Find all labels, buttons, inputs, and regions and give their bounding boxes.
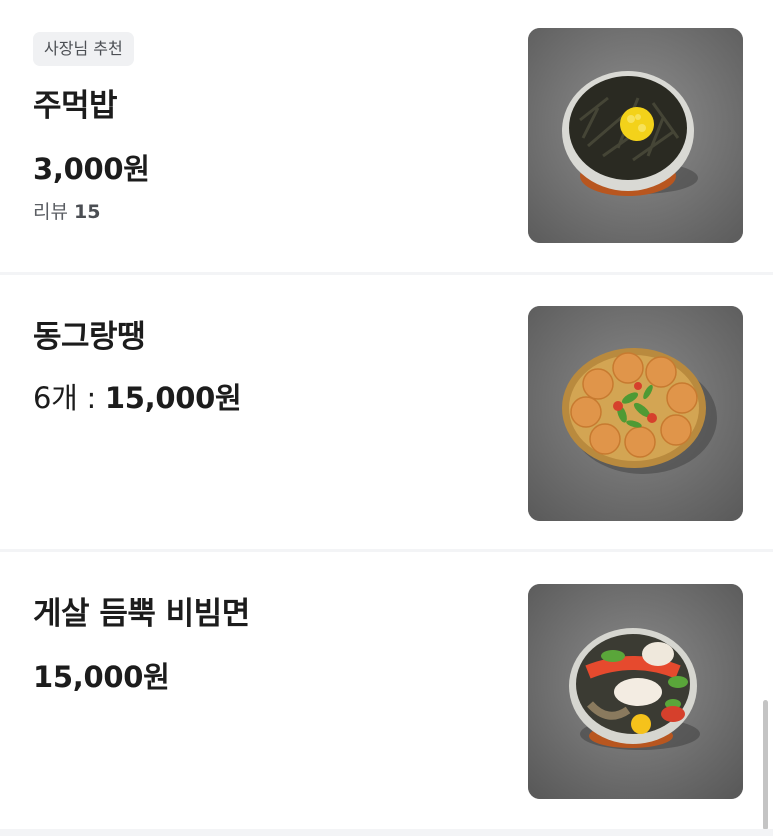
menu-item-price: 3,000원: [33, 152, 150, 186]
menu-item-jumeokbap[interactable]: 사장님 추천 주먹밥 3,000원 리뷰 15: [0, 0, 773, 272]
menu-item-price-value: 15,000원: [104, 381, 242, 415]
review-number: 15: [74, 201, 101, 223]
review-count: 리뷰 15: [33, 197, 100, 224]
menu-item-name: 게살 듬뿍 비빔면: [33, 596, 250, 632]
menu-item-crab-bibimmyeon[interactable]: 게살 듬뿍 비빔면 15,000원: [0, 552, 773, 829]
pancake-basket-photo: [528, 306, 743, 521]
menu-item-name: 동그랑땡: [33, 319, 146, 355]
rice-ball-bowl-photo: [528, 28, 743, 243]
menu-item-donggeurangttaeng[interactable]: 동그랑땡 6개 : 15,000원: [0, 275, 773, 549]
scrollbar[interactable]: [763, 700, 768, 830]
owner-recommend-badge: 사장님 추천: [33, 32, 134, 66]
review-label: 리뷰: [33, 201, 68, 223]
noodle-bowl-photo: [528, 584, 743, 799]
menu-item-price: 6개 : 15,000원: [33, 375, 242, 417]
menu-item-price: 15,000원: [33, 660, 170, 694]
menu-item-quantity: 6개 :: [33, 381, 105, 415]
bottom-divider: [0, 829, 773, 836]
menu-list: 사장님 추천 주먹밥 3,000원 리뷰 15 동그랑땡 6개: 15,000…: [0, 0, 773, 836]
menu-item-name: 주먹밥: [33, 88, 118, 124]
